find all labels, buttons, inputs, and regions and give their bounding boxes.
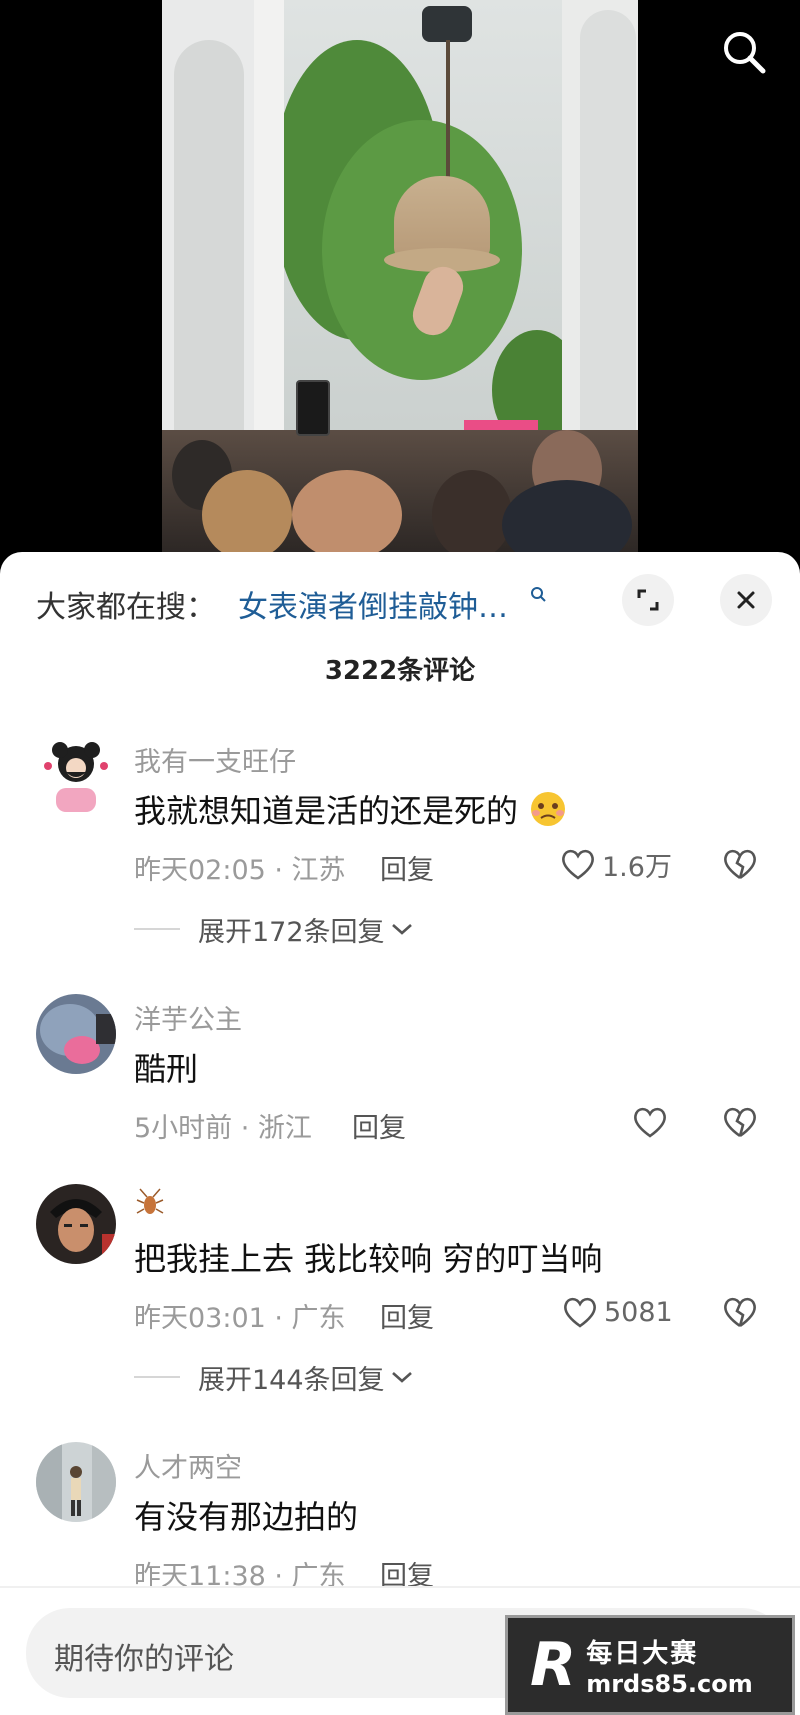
search-icon	[724, 32, 766, 74]
dislike-button[interactable]	[720, 1292, 760, 1332]
comment-sheet: 大家都在搜： 女表演者倒挂敲钟… 3222条评论 我有一支旺仔 我就想知道是活的…	[0, 552, 800, 1715]
comment-meta: 昨天02:05 · 江苏	[134, 855, 346, 886]
chevron-down-icon	[391, 1372, 412, 1383]
watermark-r-icon: R	[530, 1630, 577, 1700]
like-count: 1.6万	[602, 851, 672, 883]
hot-search-prefix: 大家都在搜：	[36, 590, 216, 625]
search-button[interactable]	[718, 26, 770, 78]
like-button[interactable]	[632, 1102, 668, 1142]
close-button[interactable]	[720, 574, 772, 626]
comment-text: 有没有那边拍的	[134, 1498, 359, 1536]
comment-meta: 昨天03:01 · 广东	[134, 1303, 346, 1334]
close-icon	[737, 591, 755, 609]
video-player[interactable]	[0, 0, 800, 560]
expand-replies-button[interactable]: 展开172条回复	[134, 912, 415, 948]
watermark-url: mrds85.com	[586, 1669, 753, 1698]
broken-heart-icon	[724, 849, 756, 880]
comment-text: 酷刑	[134, 1050, 199, 1088]
avatar-image	[36, 1442, 116, 1522]
broken-heart-icon	[724, 1107, 756, 1138]
avatar[interactable]	[36, 1184, 116, 1264]
expand-fullscreen-button[interactable]	[622, 574, 674, 626]
comment-text: 我就想知道是活的还是死的	[134, 786, 568, 837]
comment-username[interactable]: 洋芋公主	[134, 998, 242, 1037]
comment-username[interactable]	[134, 1188, 166, 1225]
hot-search-icon	[530, 586, 546, 606]
broken-heart-icon	[724, 1297, 756, 1328]
avatar-image	[36, 994, 116, 1074]
comment-text: 把我挂上去 我比较响 穷的叮当响	[134, 1240, 603, 1278]
hot-search-link[interactable]: 女表演者倒挂敲钟…	[238, 582, 508, 626]
watermark-logo: R 每日大赛 mrds85.com	[505, 1615, 795, 1715]
expand-replies-label: 展开144条回复	[198, 1364, 385, 1396]
watermark-title: 每日大赛	[586, 1638, 699, 1669]
camera-rig	[422, 6, 472, 42]
like-button[interactable]: 1.6万	[560, 844, 672, 884]
chevron-down-icon	[391, 924, 412, 935]
comment-username[interactable]: 人才两空	[134, 1446, 242, 1485]
comment-meta: 5小时前 · 浙江	[134, 1113, 312, 1144]
dislike-button[interactable]	[720, 844, 760, 884]
avatar[interactable]	[36, 1442, 116, 1522]
heart-icon	[634, 1107, 666, 1138]
avatar-image	[36, 736, 116, 816]
reply-button[interactable]: 回复	[352, 1106, 406, 1145]
avatar-image	[36, 1184, 116, 1264]
comment-input-placeholder: 期待你的评论	[54, 1642, 234, 1677]
like-count: 5081	[604, 1296, 673, 1328]
sheet-header: 大家都在搜： 女表演者倒挂敲钟…	[0, 552, 800, 652]
reply-button[interactable]: 回复	[380, 1296, 434, 1335]
dislike-button[interactable]	[720, 1102, 760, 1142]
video-frame	[162, 0, 638, 560]
sheet-divider	[0, 1586, 800, 1588]
emoji-anxious-icon	[528, 789, 568, 837]
expand-replies-label: 展开172条回复	[198, 916, 385, 948]
heart-icon	[562, 849, 594, 880]
like-button[interactable]: 5081	[562, 1292, 673, 1332]
cockroach-icon	[136, 1188, 164, 1214]
expand-icon	[637, 589, 659, 611]
phone-in-hand	[296, 380, 330, 436]
reply-button[interactable]: 回复	[380, 848, 434, 887]
comment-username[interactable]: 我有一支旺仔	[134, 740, 296, 779]
heart-icon	[564, 1297, 596, 1328]
expand-replies-button[interactable]: 展开144条回复	[134, 1360, 415, 1396]
avatar[interactable]	[36, 736, 116, 816]
avatar[interactable]	[36, 994, 116, 1074]
comment-count: 3222条评论	[324, 656, 476, 686]
